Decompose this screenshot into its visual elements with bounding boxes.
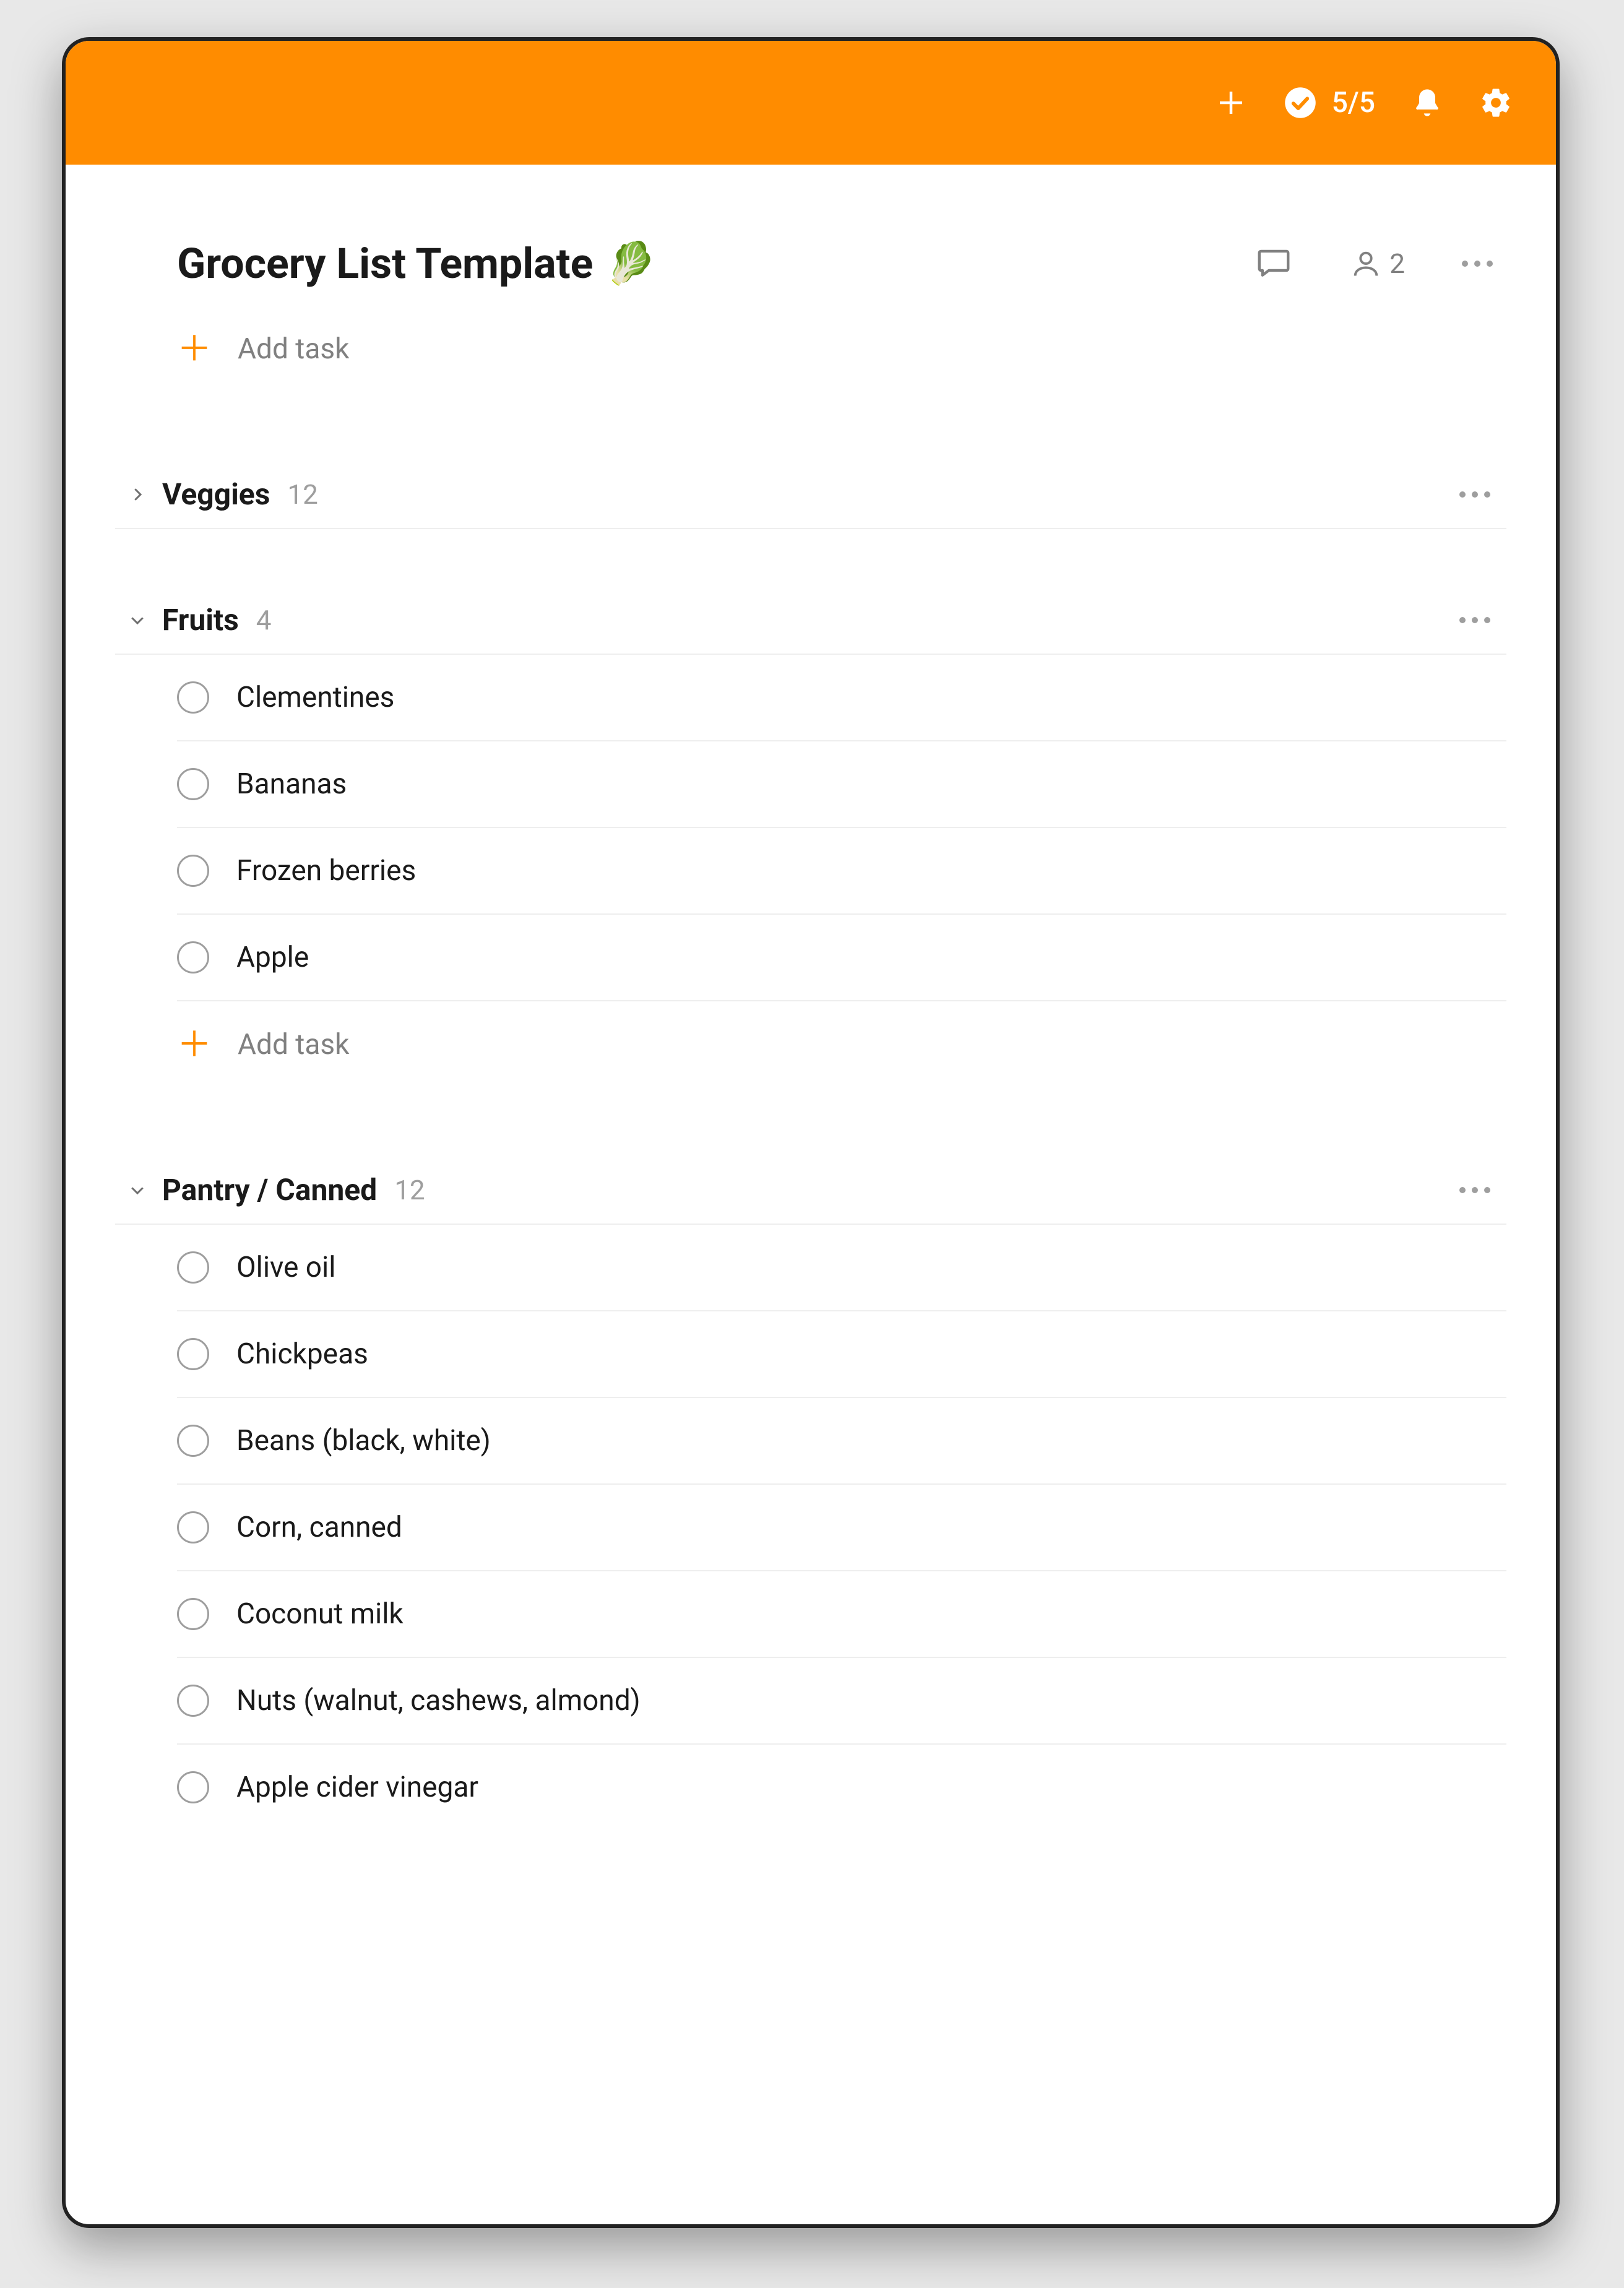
comments-button[interactable] [1255,243,1293,284]
section-more-button[interactable] [1459,617,1506,623]
section-veggies: Veggies 12 [115,465,1506,529]
task-checkbox[interactable] [177,1511,209,1543]
settings-button[interactable] [1479,86,1513,119]
task-checkbox[interactable] [177,855,209,887]
share-count: 2 [1389,248,1405,280]
plus-icon: ＋ [177,1027,212,1062]
task-label: Apple [236,941,309,974]
section-fruits: Fruits 4 Clementines Bananas Frozen berr… [115,591,1506,1099]
task-label: Bananas [236,767,347,801]
task-label: Coconut milk [236,1597,404,1631]
task-checkbox[interactable] [177,768,209,800]
task-row[interactable]: Nuts (walnut, cashews, almond) [177,1658,1506,1745]
task-row[interactable]: Corn, canned [177,1485,1506,1571]
page-header: Grocery List Template 🥬 2 [115,165,1506,307]
section-name: Pantry / Canned [162,1172,377,1207]
task-row[interactable]: Beans (black, white) [177,1398,1506,1485]
section-count: 12 [287,478,1459,511]
bell-icon [1411,87,1443,119]
page-title-text: Grocery List Template [177,239,593,288]
task-checkbox[interactable] [177,1338,209,1370]
task-checkbox[interactable] [177,1251,209,1284]
section-more-button[interactable] [1459,491,1506,498]
section-header[interactable]: Fruits 4 [115,591,1506,655]
task-row[interactable]: Apple [177,915,1506,1001]
task-list: Clementines Bananas Frozen berries Apple… [115,655,1506,1099]
task-row[interactable]: Chickpeas [177,1311,1506,1398]
task-checkbox[interactable] [177,681,209,714]
add-task-label: Add task [238,332,349,366]
add-task-button[interactable]: ＋ Add task [177,1001,1506,1099]
task-checkbox[interactable] [177,1598,209,1630]
chevron-down-icon[interactable] [115,1181,160,1199]
task-label: Apple cider vinegar [236,1771,478,1804]
notifications-button[interactable] [1411,87,1443,119]
task-label: Olive oil [236,1251,335,1284]
karma-indicator[interactable]: 5/5 [1284,86,1375,119]
comment-icon [1255,243,1293,282]
page-title: Grocery List Template 🥬 [177,239,1255,288]
task-row[interactable]: Coconut milk [177,1571,1506,1658]
task-row[interactable]: Olive oil [177,1225,1506,1311]
dots-icon [1462,261,1468,267]
dots-icon [1459,491,1466,498]
header-actions: 2 [1255,243,1506,284]
task-row[interactable]: Bananas [177,741,1506,828]
content-area: Grocery List Template 🥬 2 ＋ Add task [66,165,1556,1830]
person-icon [1350,248,1382,280]
task-row[interactable]: Apple cider vinegar [177,1745,1506,1830]
task-label: Beans (black, white) [236,1424,491,1457]
check-circle-icon [1284,86,1317,119]
task-label: Frozen berries [236,854,416,887]
section-count: 12 [394,1174,1459,1206]
task-label: Clementines [236,681,394,714]
section-name: Fruits [162,602,239,637]
app-window: 5/5 Grocery List Template 🥬 2 [62,37,1560,2228]
more-button[interactable] [1462,261,1493,267]
section-pantry: Pantry / Canned 12 Olive oil Chickpeas B… [115,1161,1506,1830]
add-task-button[interactable]: ＋ Add task [115,307,1506,404]
task-label: Nuts (walnut, cashews, almond) [236,1684,641,1717]
add-button[interactable] [1214,86,1248,119]
task-checkbox[interactable] [177,1771,209,1803]
task-label: Chickpeas [236,1337,368,1371]
section-name: Veggies [162,477,270,512]
task-row[interactable]: Clementines [177,655,1506,741]
leafy-green-icon: 🥬 [605,240,656,288]
top-bar: 5/5 [66,41,1556,165]
section-header[interactable]: Pantry / Canned 12 [115,1161,1506,1225]
chevron-down-icon[interactable] [115,611,160,629]
section-count: 4 [256,604,1459,636]
section-header[interactable]: Veggies 12 [115,465,1506,529]
chevron-right-icon[interactable] [115,485,160,504]
dots-icon [1459,1187,1466,1193]
task-row[interactable]: Frozen berries [177,828,1506,915]
dots-icon [1459,617,1466,623]
task-checkbox[interactable] [177,1425,209,1457]
share-button[interactable]: 2 [1350,248,1405,280]
add-task-label: Add task [238,1028,349,1061]
gear-icon [1479,86,1513,119]
section-more-button[interactable] [1459,1187,1506,1193]
task-label: Corn, canned [236,1511,402,1544]
task-checkbox[interactable] [177,941,209,973]
karma-text: 5/5 [1332,86,1375,119]
plus-icon [1214,86,1248,119]
plus-icon: ＋ [177,332,212,366]
task-list: Olive oil Chickpeas Beans (black, white)… [115,1225,1506,1830]
task-checkbox[interactable] [177,1685,209,1717]
